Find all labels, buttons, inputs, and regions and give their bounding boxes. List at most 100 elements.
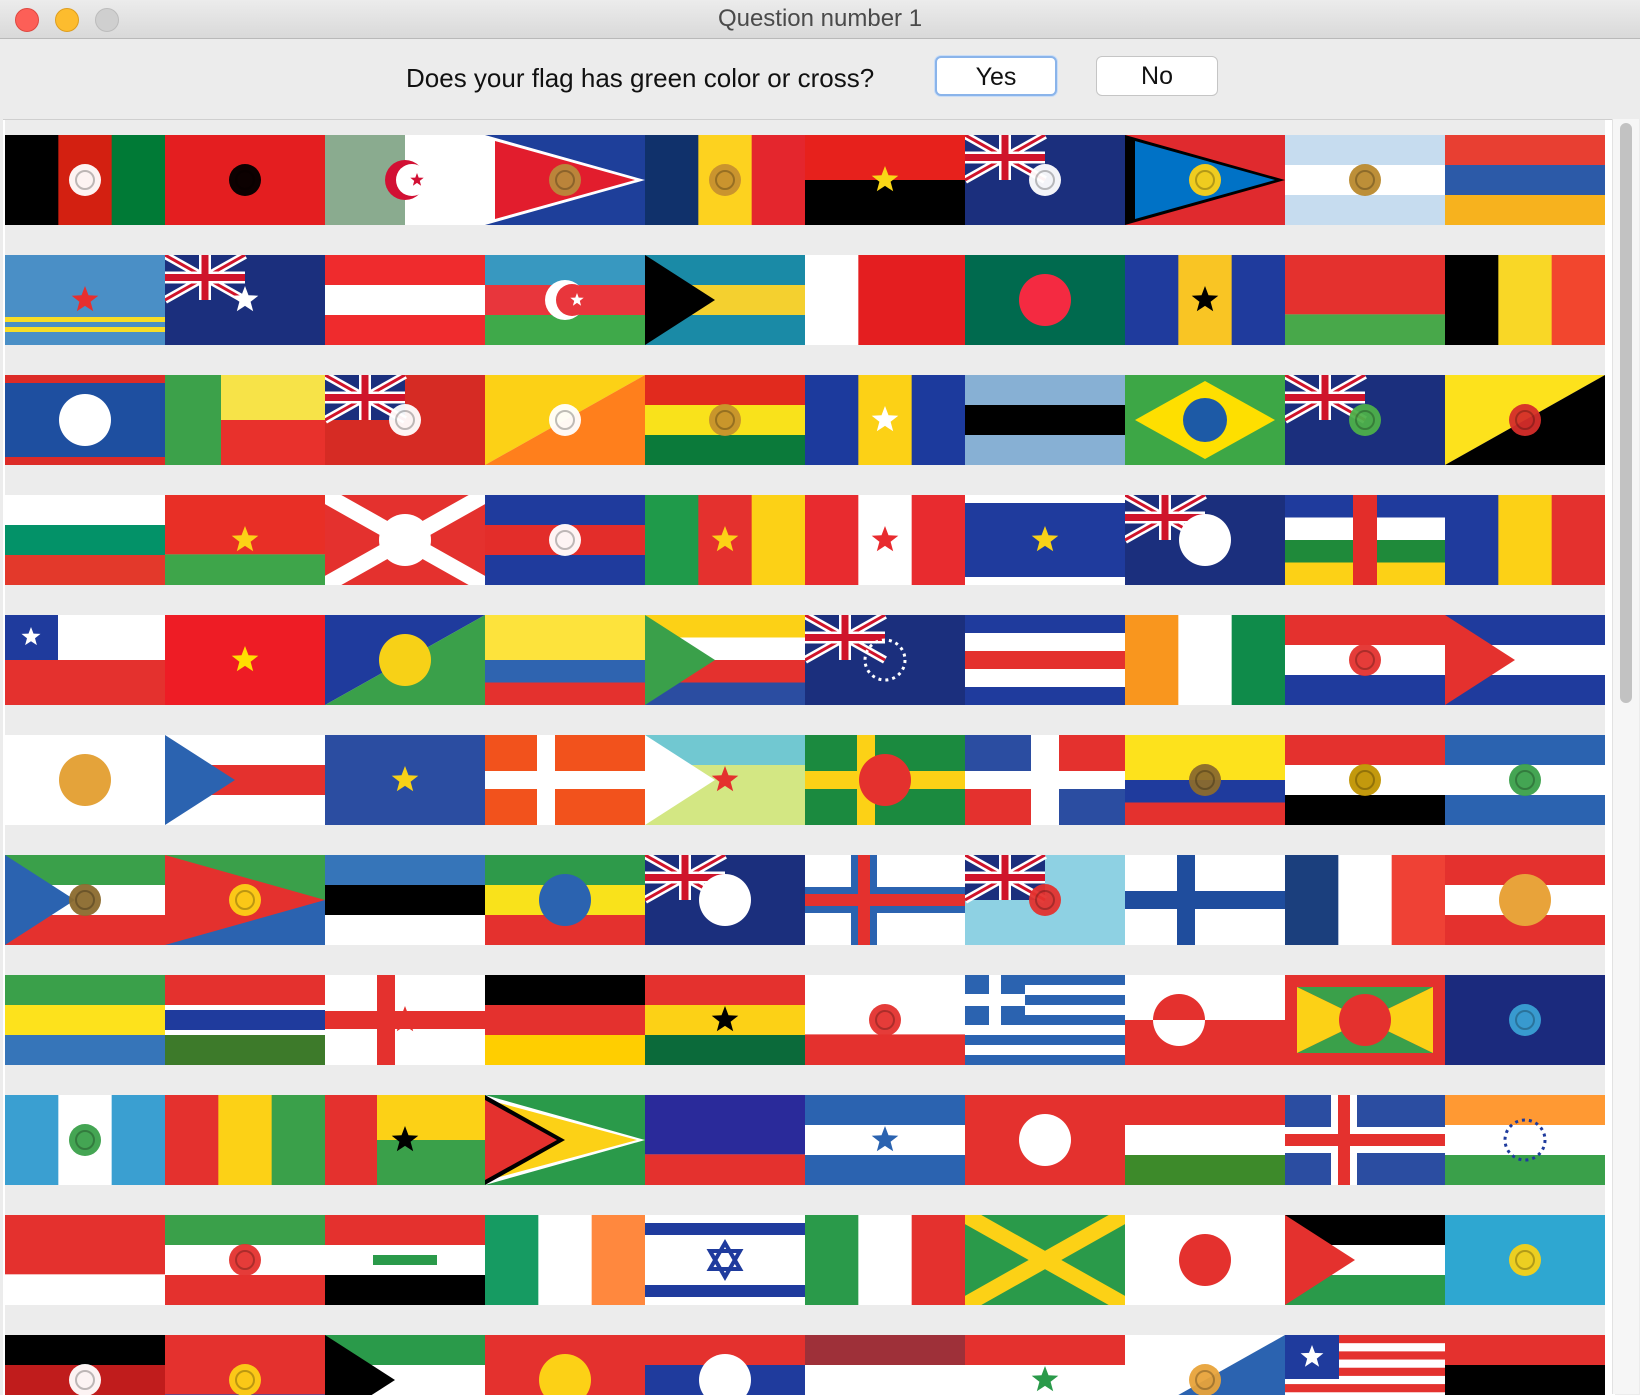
flag-aruba: [5, 255, 165, 345]
flag-bahamas: [645, 255, 805, 345]
flag-italy: [805, 1215, 965, 1305]
flag-cell-libya: [1445, 1320, 1605, 1395]
flag-cell-gambia: [165, 960, 325, 1080]
flag-cell-albania: [165, 120, 325, 240]
flag-cell-central-african-republic: [1285, 480, 1445, 600]
flag-cell-american-samoa: [485, 120, 645, 240]
flag-azerbaijan: [485, 255, 645, 345]
flag-algeria: [325, 135, 485, 225]
flag-cell-comoros: [645, 600, 805, 720]
question-text: Does your flag has green color or cross?: [406, 63, 875, 93]
scrollbar-thumb[interactable]: [1620, 123, 1632, 703]
flag-cell-barbados: [1125, 240, 1285, 360]
flag-hong-kong: [965, 1095, 1125, 1185]
flag-colombia: [485, 615, 645, 705]
flag-cell-indonesia: [5, 1200, 165, 1320]
flag-belarus: [1285, 255, 1445, 345]
flag-belize: [5, 375, 165, 465]
flag-cell-burkina-faso: [165, 480, 325, 600]
flag-cell-guyana: [485, 1080, 645, 1200]
flag-cell-fiji: [965, 840, 1125, 960]
flag-cell-latvia: [805, 1320, 965, 1395]
flag-cell-falkland-islands: [645, 840, 805, 960]
flag-cell-benin: [165, 360, 325, 480]
flag-cell-jamaica: [965, 1200, 1125, 1320]
flag-cell-estonia: [325, 840, 485, 960]
flag-ecuador: [1125, 735, 1285, 825]
flag-dr-congo-old: [325, 735, 485, 825]
flag-costa-rica: [965, 615, 1125, 705]
flag-cell-costa-rica: [965, 600, 1125, 720]
no-button[interactable]: No: [1096, 56, 1218, 96]
flag-grid-panel[interactable]: [3, 119, 1615, 1395]
flag-cell-greenland: [1125, 960, 1285, 1080]
flag-cell-anguilla: [965, 120, 1125, 240]
flag-brazil: [1125, 375, 1285, 465]
flag-cell-ireland: [485, 1200, 645, 1320]
flag-iceland: [1285, 1095, 1445, 1185]
flag-ghana: [645, 975, 805, 1065]
flag-cell-france: [1285, 840, 1445, 960]
flag-anguilla: [965, 135, 1125, 225]
flag-cell-italy: [805, 1200, 965, 1320]
flag-cell-honduras: [805, 1080, 965, 1200]
flag-gibraltar: [805, 975, 965, 1065]
flag-cell-china: [165, 600, 325, 720]
flag-latvia: [805, 1335, 965, 1395]
flag-cell-faroe-islands: [805, 840, 965, 960]
flag-angola: [805, 135, 965, 225]
flag-cell-bahrain: [805, 240, 965, 360]
flag-cell-finland: [1125, 840, 1285, 960]
flag-bulgaria: [5, 495, 165, 585]
flag-estonia: [325, 855, 485, 945]
flag-american-samoa: [485, 135, 645, 225]
flag-cell-andorra: [645, 120, 805, 240]
flag-cell-ecuador: [1125, 720, 1285, 840]
flag-cell-kuwait: [325, 1320, 485, 1395]
flag-afghanistan: [5, 135, 165, 225]
flag-cell-antigua-and-barbuda: [1125, 120, 1285, 240]
flag-cell-bulgaria: [5, 480, 165, 600]
flag-kyrgyzstan: [485, 1335, 645, 1395]
flag-argentina: [1285, 135, 1445, 225]
flag-cell-french-polynesia: [1445, 840, 1605, 960]
flag-cell-angola: [805, 120, 965, 240]
flag-cell-argentina: [1285, 120, 1445, 240]
flag-cell-egypt: [1285, 720, 1445, 840]
flag-brunei: [1445, 375, 1605, 465]
yes-button[interactable]: Yes: [935, 56, 1057, 96]
flag-kenya: [5, 1335, 165, 1395]
flag-cell-lesotho: [1125, 1320, 1285, 1395]
flag-cell-aruba: [5, 240, 165, 360]
flag-indonesia: [5, 1215, 165, 1305]
flag-bolivia: [645, 375, 805, 465]
flag-armenia: [1445, 135, 1605, 225]
vertical-scrollbar[interactable]: [1612, 119, 1639, 1394]
flag-cell-hungary: [1125, 1080, 1285, 1200]
flag-belgium: [1445, 255, 1605, 345]
flag-cell-belarus: [1285, 240, 1445, 360]
flag-denmark: [485, 735, 645, 825]
flag-cell-croatia: [1285, 600, 1445, 720]
flag-cell-chile: [5, 600, 165, 720]
flag-antigua-and-barbuda: [1125, 135, 1285, 225]
flag-cell-guinea: [165, 1080, 325, 1200]
flag-central-african-republic: [1285, 495, 1445, 585]
flag-dominica: [805, 735, 965, 825]
flag-burkina-faso: [165, 495, 325, 585]
flag-fiji: [965, 855, 1125, 945]
flag-cell-cuba: [1445, 600, 1605, 720]
flag-cell-iran: [165, 1200, 325, 1320]
flag-cell-brunei: [1445, 360, 1605, 480]
flag-barbados: [1125, 255, 1285, 345]
flag-cell-ethiopia: [485, 840, 645, 960]
flag-cell-algeria: [325, 120, 485, 240]
flag-cell-cameroon: [645, 480, 805, 600]
flag-germany: [485, 975, 645, 1065]
flag-cell-dr-congo-old: [325, 720, 485, 840]
flag-grenada: [1285, 975, 1445, 1065]
flag-gabon: [5, 975, 165, 1065]
flag-cell-kenya: [5, 1320, 165, 1395]
flag-cell-afghanistan: [5, 120, 165, 240]
flag-cell-grenada: [1285, 960, 1445, 1080]
